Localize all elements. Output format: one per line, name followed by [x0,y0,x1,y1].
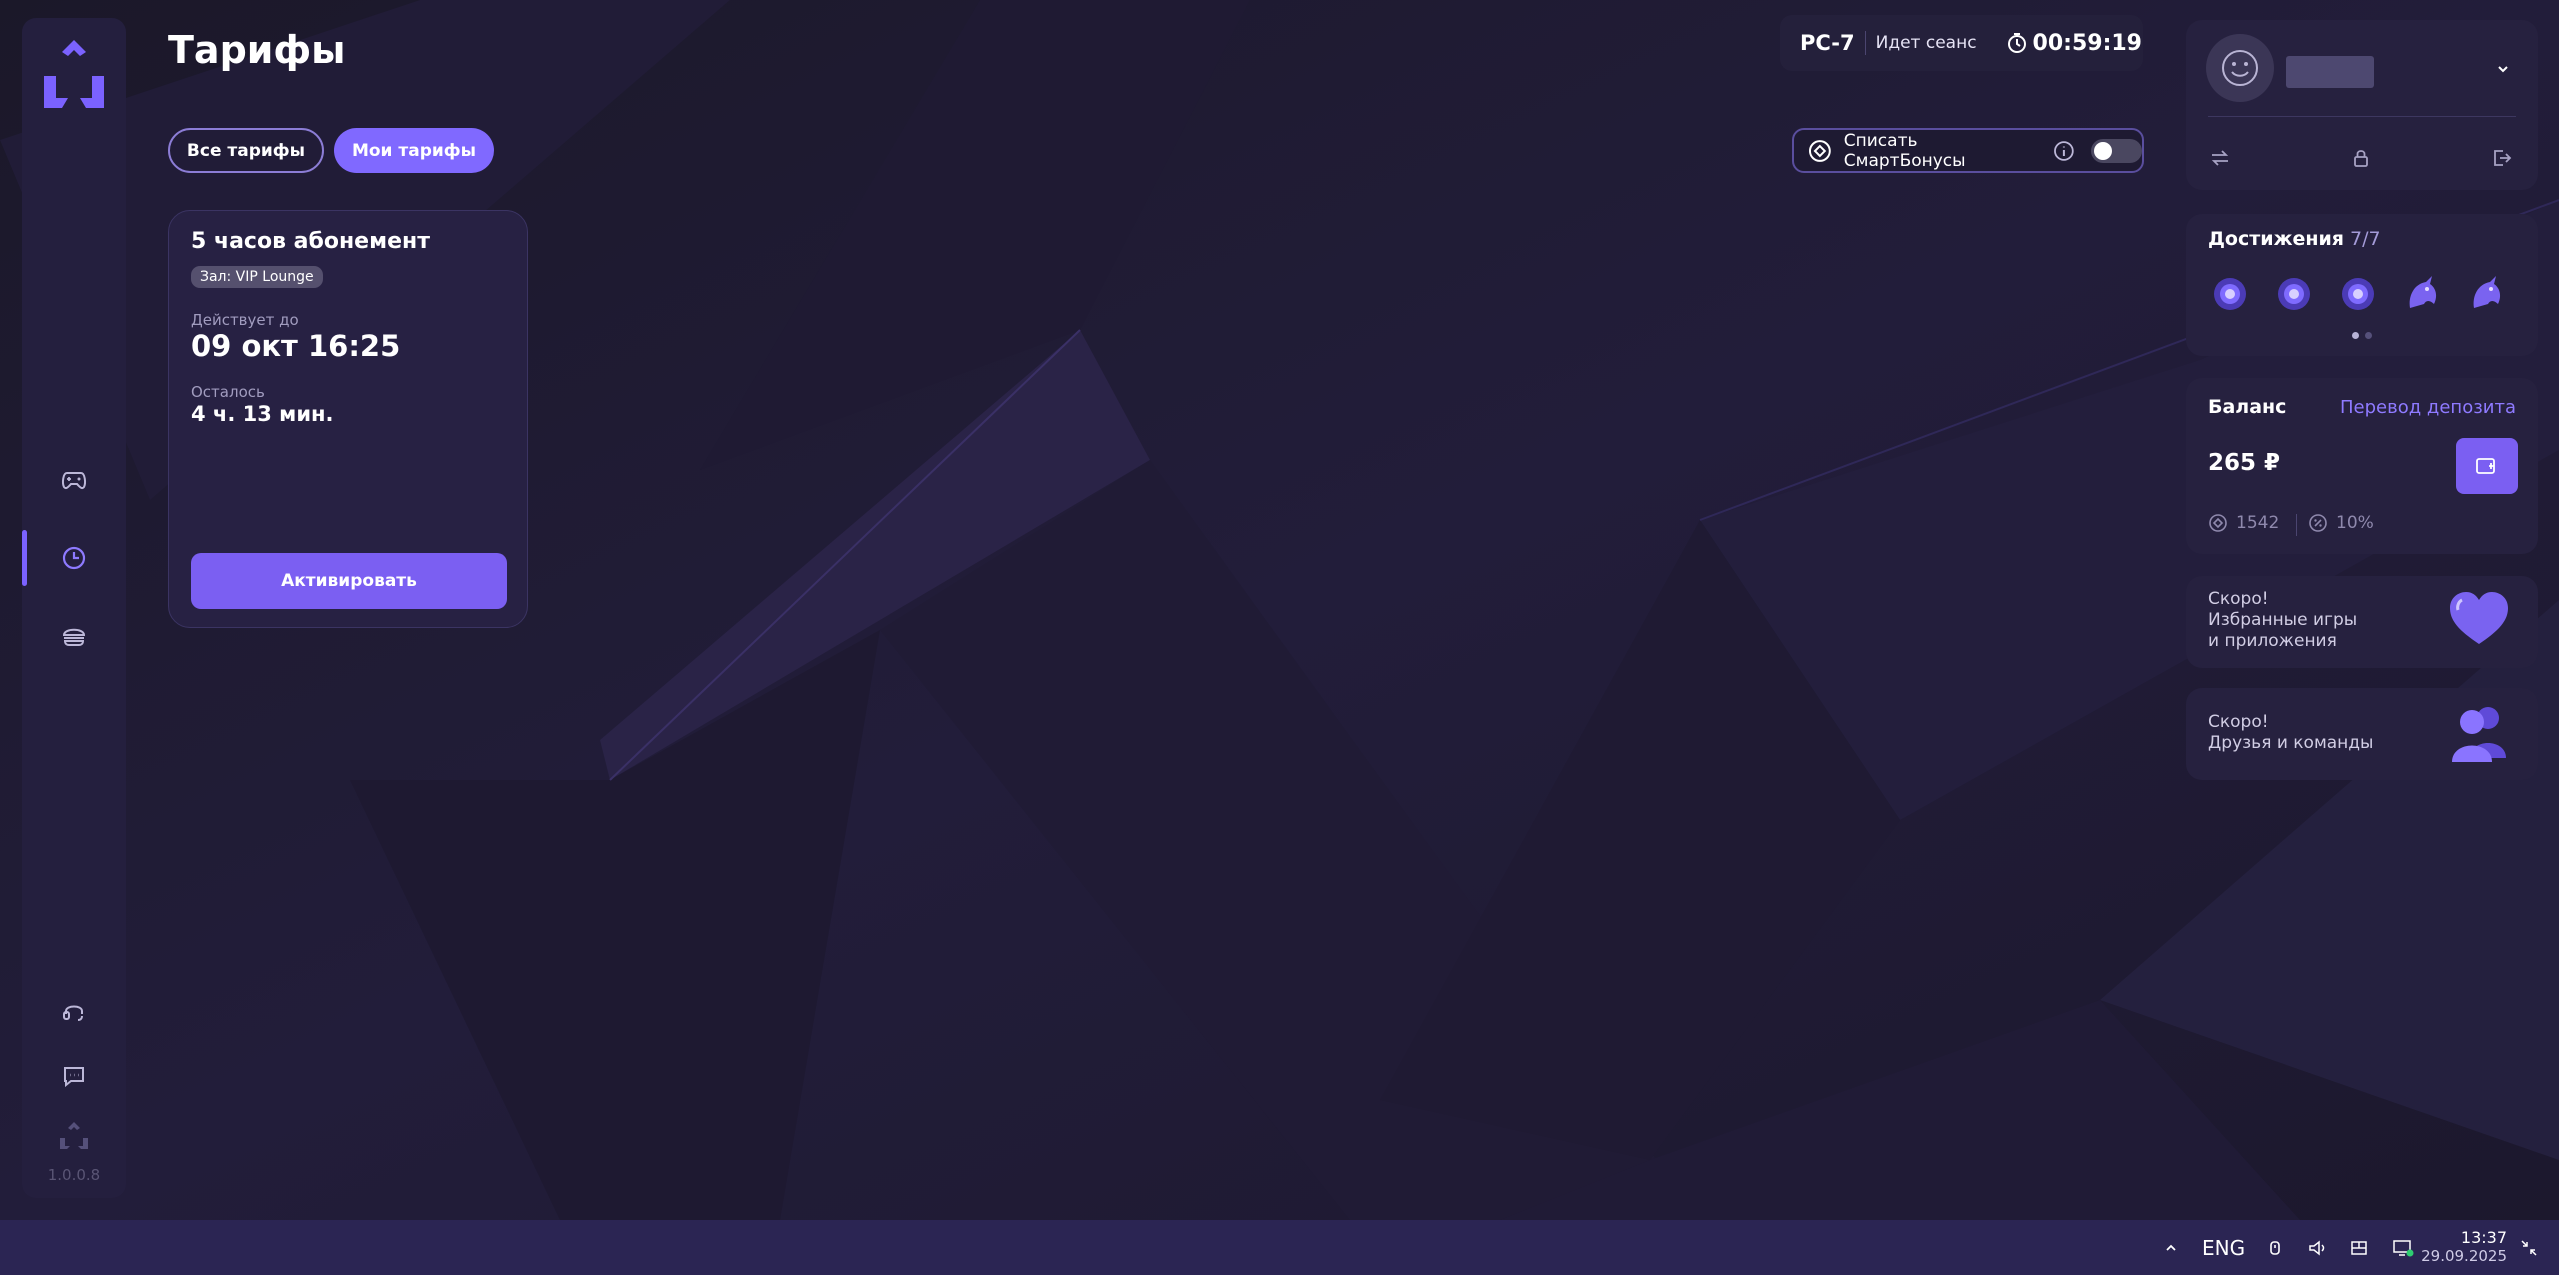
clock-icon [62,546,86,570]
collapse-arrows-icon [2521,1239,2537,1256]
soon-line: Друзья и команды [2208,733,2374,753]
tab-my-tariffs[interactable]: Мои тарифы [334,128,494,173]
chat-icon [64,1067,84,1087]
bonus-points-value: 1542 [2236,513,2280,533]
tab-all-tariffs[interactable]: Все тарифы [168,128,324,173]
small-logo-icon [60,1122,88,1149]
heart-icon [2450,592,2508,644]
username-placeholder [2286,56,2374,88]
pager-dot-active[interactable] [2352,332,2359,339]
app-version: 1.0.0.8 [47,1166,101,1184]
burger-icon [62,628,86,646]
divider [2296,514,2297,536]
tray-usb[interactable] [2268,1220,2282,1275]
profile-panel [2186,20,2538,190]
session-timer: 00:59:19 [2032,30,2142,56]
achievements-label: Достижения [2208,228,2344,250]
achievement-badge-icon[interactable] [2274,274,2314,314]
switch-account-icon[interactable] [2210,149,2230,167]
friends-soon-card: Скоро! Друзья и команды [2186,688,2538,780]
stopwatch-icon [2007,33,2026,53]
clock-date: 29.09.2025 [2421,1247,2507,1265]
taskbar: ENG 13:37 29.09.2025 [0,1220,2559,1275]
divider [2208,116,2516,117]
smart-bonus-toggle[interactable] [2090,138,2142,163]
bonus-coin-icon [2209,514,2227,532]
balance-title: Баланс [2208,396,2287,418]
pager-dot[interactable] [2365,332,2372,339]
activate-button[interactable]: Активировать [191,553,507,609]
show-desktop-button[interactable] [2520,1220,2538,1275]
usb-device-icon [2270,1240,2280,1255]
language-label: ENG [2202,1235,2246,1260]
favorites-soon-card: Скоро! Избранные игры и приложения [2186,576,2538,668]
tray-overflow-button[interactable] [2164,1220,2178,1275]
valid-until-value: 09 окт 16:25 [191,329,401,363]
gamepad-icon [62,472,86,490]
page-title: Тарифы [168,28,346,72]
soon-label: Скоро! [2208,712,2269,732]
tariff-name: 5 часов абонемент [191,229,430,254]
wallet-plus-icon [2476,458,2495,474]
chevron-down-icon[interactable] [2496,64,2510,74]
favorites-soon-text: Скоро! Избранные игры и приложения [2208,589,2357,652]
session-status-bar: PC-7 Идет сеанс 00:59:19 [1780,15,2143,71]
friends-soon-text: Скоро! Друзья и команды [2208,712,2373,754]
bonus-coin-icon [1808,139,1831,162]
top-up-button[interactable] [2456,438,2518,494]
avatar[interactable] [2206,34,2274,102]
soon-line: Избранные игры [2208,610,2358,630]
sidebar-item-food[interactable] [22,608,126,664]
achievement-badge-icon[interactable] [2210,274,2250,314]
smart-bonus-control: Списать СмартБонусы [1792,128,2144,173]
achievements-count: 7/7 [2350,228,2381,250]
achievement-unicorn-icon[interactable] [2402,274,2442,314]
sidebar-item-tariffs[interactable] [22,530,126,586]
pc-name: PC-7 [1800,31,1855,55]
tariff-card: 5 часов абонемент Зал: VIP Lounge Действ… [168,210,528,628]
tray-network[interactable] [2392,1220,2414,1275]
achievement-badge-icon[interactable] [2338,274,2378,314]
chevron-up-icon [2166,1244,2176,1251]
achievement-unicorn-icon[interactable] [2466,274,2506,314]
taskbar-clock[interactable]: 13:37 29.09.2025 [2421,1228,2507,1265]
smiley-face-icon [2222,50,2258,86]
valid-until-label: Действует до [191,311,299,329]
support-headset-icon [63,1005,83,1021]
bonus-points: 1542 [2208,513,2279,533]
remaining-value: 4 ч. 13 мин. [191,402,334,426]
balance-amount: 265 ₽ [2208,450,2281,476]
lock-icon[interactable] [2352,148,2370,168]
divider [1864,31,1866,55]
tray-volume[interactable] [2308,1220,2328,1275]
achievements-title: Достижения 7/7 [2208,228,2381,250]
friends-icon [2452,707,2506,762]
info-icon[interactable] [2053,140,2075,162]
soon-label: Скоро! [2208,589,2269,609]
achievements-panel[interactable]: Достижения 7/7 [2186,214,2538,356]
keyboard-layout-icon [2351,1240,2367,1255]
sidebar-item-games[interactable] [22,452,126,508]
session-status: Идет сеанс [1875,33,1977,53]
soon-line: и приложения [2208,631,2337,651]
language-indicator[interactable]: ENG [2202,1220,2245,1275]
speaker-icon [2309,1239,2325,1256]
chat-button[interactable] [22,1048,126,1104]
discount-value: 10% [2336,513,2374,533]
discount: 10% [2308,513,2374,533]
discount-icon [2309,514,2327,532]
app-logo-icon[interactable] [42,36,106,110]
deposit-transfer-link[interactable]: Перевод депозита [2340,397,2516,418]
tray-keyboard[interactable] [2350,1220,2368,1275]
clock-time: 13:37 [2460,1228,2507,1247]
smart-bonus-label: Списать СмартБонусы [1843,130,1966,171]
sidebar: 1.0.0.8 [22,18,126,1198]
remaining-label: Осталось [191,383,265,401]
logout-icon[interactable] [2492,148,2512,168]
support-button[interactable] [22,984,126,1040]
network-icon [2393,1239,2414,1256]
toggle-knob [2093,141,2112,160]
hall-badge: Зал: VIP Lounge [191,266,323,288]
balance-panel: Баланс Перевод депозита 265 ₽ 1542 10% [2186,378,2538,554]
